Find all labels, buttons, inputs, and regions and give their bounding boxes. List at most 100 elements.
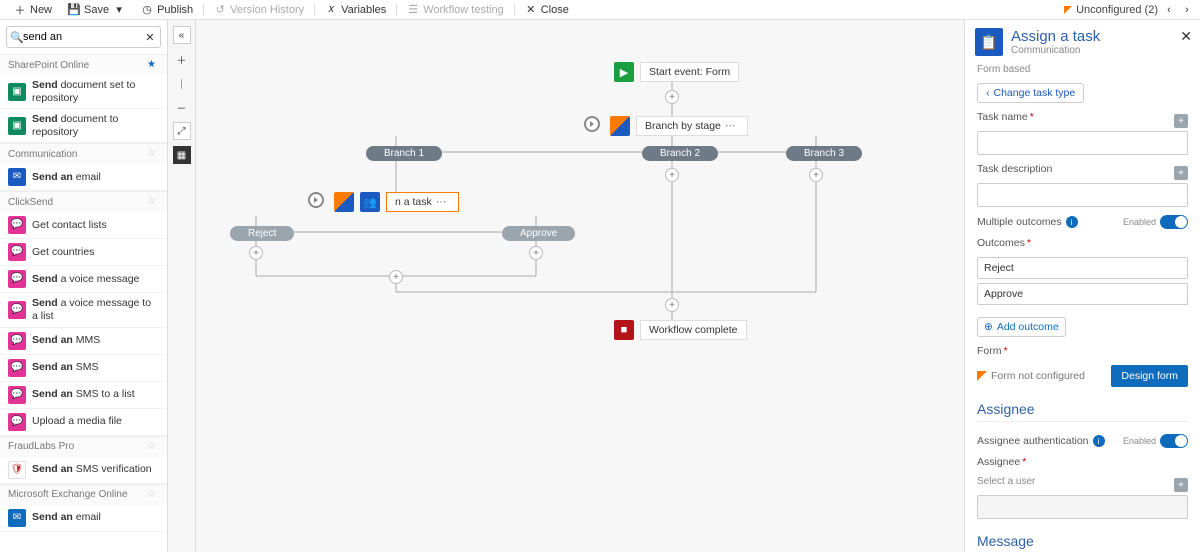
branch1-pill[interactable]: Branch 1 [366,146,442,161]
action-label: Send a voice message to a list [32,297,159,322]
search-icon: 🔍 [11,31,23,43]
assign-task-label: n a task⋯ [386,192,459,212]
version-history-button[interactable]: ↺ Version History [206,0,312,19]
workflow-testing-button[interactable]: ☰ Workflow testing [399,0,512,19]
group-header[interactable]: Microsoft Exchange Online☆ [0,484,167,505]
branch-by-stage-label: Branch by stage⋯ [636,116,748,136]
stop-icon: ■ [614,320,634,340]
enabled-label: Enabled [1123,217,1156,227]
action-item[interactable]: 💬Send an SMS to a list [0,382,167,409]
collapse-sidebar-button[interactable]: « [173,26,191,44]
action-item[interactable]: 💬Get countries [0,239,167,266]
gateway-icon[interactable] [584,116,600,132]
save-button[interactable]: 💾 Save ▾ [60,0,133,19]
clear-search-icon[interactable]: ✕ [144,31,156,43]
minimap-button[interactable]: ▦ [173,146,191,164]
reject-pill[interactable]: Reject [230,226,294,241]
action-icon: 💬 [8,301,26,319]
branch-by-stage-node[interactable]: Branch by stage⋯ [610,116,748,136]
form-status: Form not configured [977,370,1105,382]
action-item[interactable]: 🛡Send an SMS verification [0,457,167,484]
design-form-button[interactable]: Design form [1111,365,1188,387]
action-icon: 💬 [8,386,26,404]
action-item[interactable]: 💬Send a voice message [0,266,167,293]
action-item[interactable]: ▣Send document to repository [0,109,167,143]
action-item[interactable]: ✉Send an email [0,505,167,532]
group-header[interactable]: Communication☆ [0,143,167,164]
add-node-button[interactable]: + [529,246,543,260]
branch3-pill[interactable]: Branch 3 [786,146,862,161]
action-item[interactable]: ▣Send document set to repository [0,75,167,109]
prev-button[interactable]: ‹ [1162,3,1176,17]
task-desc-input[interactable] [977,183,1188,207]
action-label: Send a voice message [32,273,139,286]
insert-variable-button[interactable]: + [1174,114,1188,128]
next-button[interactable]: › [1180,3,1194,17]
search-box[interactable]: 🔍 ✕ [6,26,161,48]
group-header[interactable]: ClickSend☆ [0,191,167,212]
chevron-down-icon[interactable]: ▾ [113,4,125,16]
action-label: Send an email [32,171,101,184]
star-icon[interactable]: ☆ [147,196,159,208]
zoom-out-button[interactable]: － [173,98,191,116]
add-outcome-button[interactable]: ⊕ Add outcome [977,317,1066,337]
assignee-auth-label: Assignee authentication i [977,435,1105,447]
variables-label: Variables [341,4,386,16]
add-node-button[interactable]: + [389,270,403,284]
node-menu-icon[interactable]: ⋯ [432,196,451,208]
action-item[interactable]: ✉Send an email [0,164,167,191]
insert-variable-button[interactable]: + [1174,478,1188,492]
testing-icon: ☰ [407,4,419,16]
node-menu-icon[interactable]: ⋯ [721,120,740,132]
fit-button[interactable]: ⤢ [173,122,191,140]
variables-button[interactable]: 𝑥 Variables [317,0,394,19]
action-icon: ✉ [8,509,26,527]
new-label: New [30,4,52,16]
star-icon[interactable]: ☆ [147,148,159,160]
assignee-select[interactable] [977,495,1188,519]
outcome-item[interactable]: Approve [977,283,1188,305]
branch2-pill[interactable]: Branch 2 [642,146,718,161]
add-node-button[interactable]: + [665,90,679,104]
save-icon: 💾 [68,4,80,16]
outcomes-label: Outcomes* [977,237,1188,249]
action-item[interactable]: 💬 Send a voice message to a list [0,293,167,327]
message-section-header: Message [977,533,1188,552]
insert-variable-button[interactable]: + [1174,166,1188,180]
new-button[interactable]: ＋ New [6,0,60,19]
task-name-input[interactable] [977,131,1188,155]
top-toolbar: ＋ New 💾 Save ▾ ◷ Publish ↺ Version Histo… [0,0,1200,20]
zoom-reset-button[interactable]: ｜ [173,74,191,92]
change-task-type-button[interactable]: ‹ Change task type [977,83,1084,103]
outcome-item[interactable]: Reject [977,257,1188,279]
panel-close-button[interactable]: ✕ [1180,28,1192,45]
info-icon[interactable]: i [1066,216,1078,228]
add-node-button[interactable]: + [249,246,263,260]
add-node-button[interactable]: + [665,168,679,182]
multiple-outcomes-toggle[interactable] [1160,215,1188,229]
action-item[interactable]: 💬Send an MMS [0,328,167,355]
search-input[interactable] [23,31,144,43]
approve-pill[interactable]: Approve [502,226,575,241]
publish-button[interactable]: ◷ Publish [133,0,201,19]
star-icon[interactable]: ☆ [147,489,159,501]
close-button[interactable]: ✕ Close [517,0,577,19]
add-node-button[interactable]: + [665,298,679,312]
workflow-complete-node[interactable]: ■ Workflow complete [614,320,747,340]
workflow-canvas[interactable]: ▶ Start event: Form + Branch by stage⋯ B… [196,20,964,552]
unconfigured-indicator[interactable]: Unconfigured (2) [1064,4,1158,16]
star-icon[interactable]: ☆ [147,441,159,453]
assignee-auth-toggle[interactable] [1160,434,1188,448]
info-icon[interactable]: i [1093,435,1105,447]
group-header[interactable]: FraudLabs Pro☆ [0,436,167,457]
gateway-icon[interactable] [308,192,324,208]
star-icon[interactable]: ★ [147,59,159,71]
add-node-button[interactable]: + [809,168,823,182]
assign-task-node[interactable]: 👥 n a task⋯ [334,192,459,212]
zoom-in-button[interactable]: ＋ [173,50,191,68]
action-item[interactable]: 💬Upload a media file [0,409,167,436]
action-item[interactable]: 💬Get contact lists [0,212,167,239]
action-item[interactable]: 💬Send an SMS [0,355,167,382]
start-node[interactable]: ▶ Start event: Form [614,62,739,82]
group-header[interactable]: SharePoint Online★ [0,54,167,75]
